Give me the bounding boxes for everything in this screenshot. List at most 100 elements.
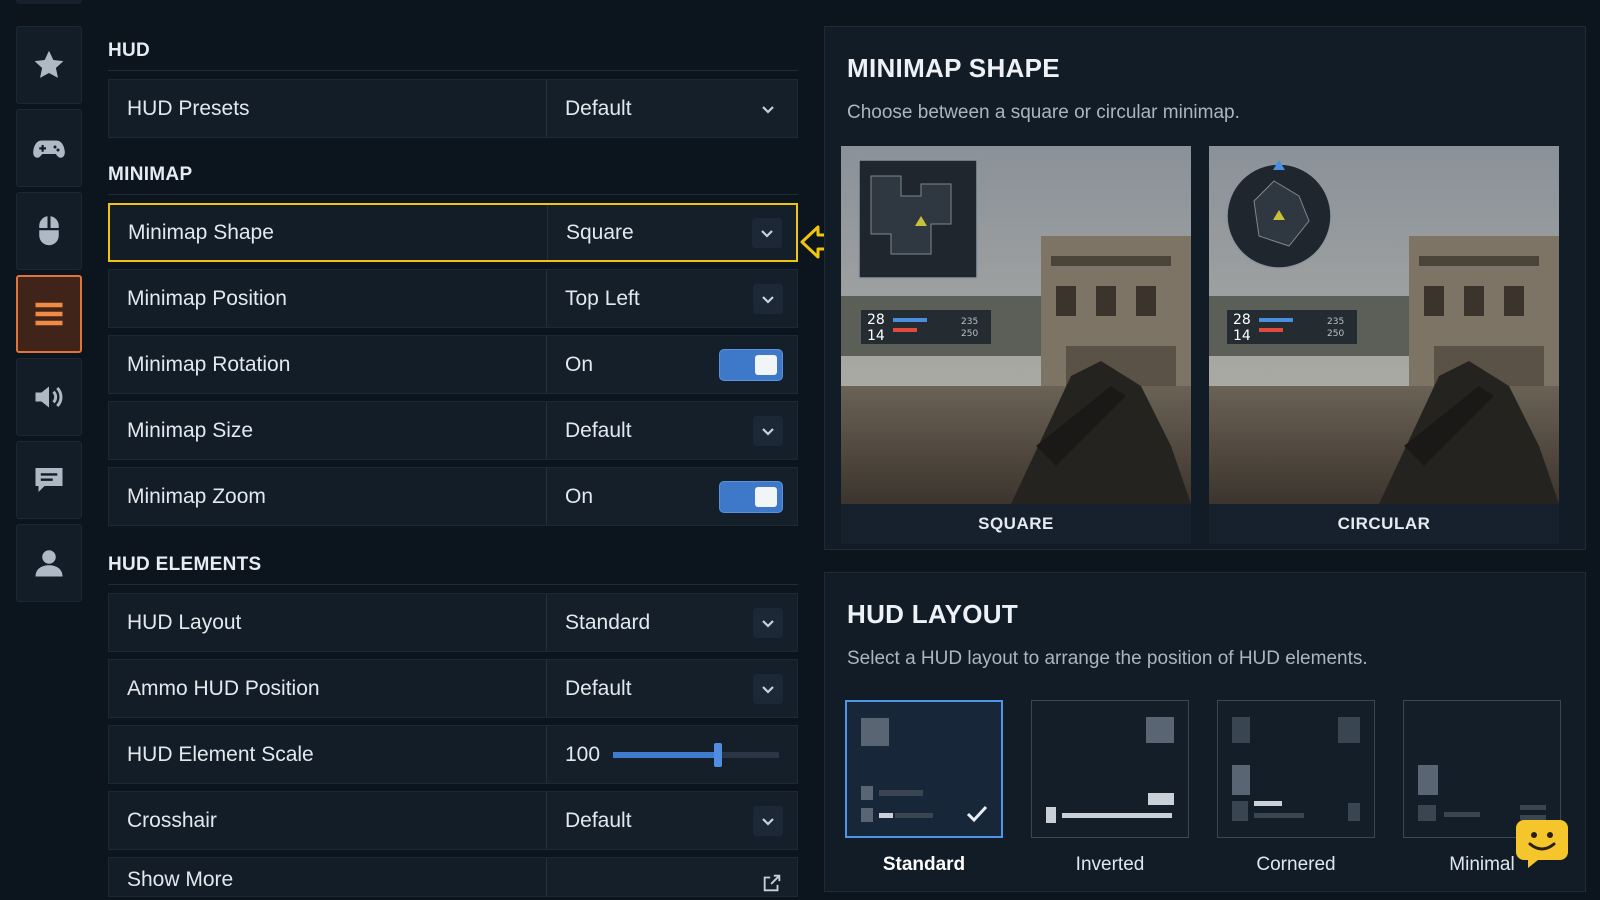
layout-option-standard[interactable]: Standard	[845, 700, 1003, 876]
panel-title: HUD LAYOUT	[847, 599, 1019, 629]
preview-caption: SQUARE	[978, 514, 1054, 533]
crosshair-dropdown[interactable]: Default	[547, 792, 797, 849]
hud-health-value: 28	[1233, 312, 1251, 328]
chevron-down-icon	[753, 94, 783, 124]
toggle-knob	[755, 354, 777, 375]
layout-label: Standard	[882, 854, 966, 875]
dropdown-value: Top Left	[565, 286, 640, 310]
nav-item-controller[interactable]	[16, 109, 82, 187]
nav-item-chat[interactable]	[16, 441, 82, 519]
hud-layout-dropdown[interactable]: Standard	[547, 594, 797, 651]
minimap-preview-grid: 28 14 235 250 SQUARE 28 14 235 250 CIRCU…	[841, 146, 1569, 544]
dropdown-value: Default	[565, 808, 632, 832]
hud-presets-dropdown[interactable]: Default	[547, 80, 797, 137]
section-title-hud-elements: HUD ELEMENTS	[108, 554, 798, 585]
nav-item-mouse[interactable]	[16, 192, 82, 270]
slider-value: 100	[565, 742, 601, 766]
minimap-shape-dropdown[interactable]: Square	[548, 205, 796, 260]
setting-label: Minimap Size	[109, 402, 547, 459]
hud-armor-value: 14	[867, 328, 885, 344]
speaker-icon	[35, 386, 63, 408]
setting-label: Show More	[109, 858, 547, 896]
setting-row-ammo-hud-position[interactable]: Ammo HUD Position Default	[108, 659, 798, 718]
settings-list: HUD HUD Presets Default MINIMAP Minimap …	[108, 40, 798, 900]
mouse-icon	[39, 216, 59, 246]
hud-element-scale-slider[interactable]	[613, 742, 779, 767]
hud-health-value: 28	[867, 312, 885, 328]
setting-row-minimap-rotation[interactable]: Minimap Rotation On	[108, 335, 798, 394]
setting-label: HUD Presets	[109, 80, 547, 137]
minimap-position-dropdown[interactable]: Top Left	[547, 270, 797, 327]
setting-label: Crosshair	[109, 792, 547, 849]
nav-item-favorites[interactable]	[16, 26, 82, 104]
setting-row-crosshair[interactable]: Crosshair Default	[108, 791, 798, 850]
setting-label: HUD Layout	[109, 594, 547, 651]
chevron-down-icon	[753, 415, 783, 446]
setting-label: Minimap Shape	[110, 205, 548, 260]
setting-row-hud-element-scale[interactable]: HUD Element Scale 100	[108, 725, 798, 784]
dropdown-value: Default	[565, 676, 632, 700]
show-more-link[interactable]	[547, 858, 797, 896]
chevron-down-icon	[753, 805, 783, 836]
dropdown-value: Default	[565, 96, 632, 120]
assistant-bubble-icon[interactable]	[1514, 818, 1570, 870]
panel-title: MINIMAP SHAPE	[847, 53, 1060, 83]
minimap-rotation-control: On	[547, 336, 797, 393]
chevron-down-icon	[753, 673, 783, 704]
toggle-value: On	[565, 484, 594, 508]
minimap-rotation-toggle[interactable]	[719, 348, 783, 381]
layout-option-cornered[interactable]: Cornered	[1217, 700, 1375, 876]
checkmark-icon	[966, 805, 988, 823]
minimap-option-circular[interactable]: 28 14 235 250 CIRCULAR	[1209, 146, 1559, 544]
slider-fill	[613, 751, 718, 758]
hud-stat-bottom: 250	[961, 329, 978, 339]
nav-item-audio[interactable]	[16, 358, 82, 436]
section-title-hud: HUD	[108, 40, 798, 71]
setting-row-minimap-zoom[interactable]: Minimap Zoom On	[108, 467, 798, 526]
toggle-value: On	[565, 352, 594, 376]
layout-label: Cornered	[1256, 854, 1336, 875]
chat-icon	[35, 468, 63, 492]
side-nav	[16, 26, 82, 602]
toggle-knob	[755, 486, 777, 507]
ammo-hud-position-dropdown[interactable]: Default	[547, 660, 797, 717]
minimap-zoom-toggle[interactable]	[719, 480, 783, 513]
external-link-icon	[761, 872, 783, 896]
chevron-down-icon	[752, 217, 782, 248]
layout-thumbnail	[1031, 700, 1189, 838]
setting-label: Ammo HUD Position	[109, 660, 547, 717]
setting-row-minimap-size[interactable]: Minimap Size Default	[108, 401, 798, 460]
nav-item-account[interactable]	[16, 524, 82, 602]
setting-label: Minimap Zoom	[109, 468, 547, 525]
layout-thumbnail	[845, 700, 1003, 838]
panel-description: Select a HUD layout to arrange the posit…	[847, 648, 1368, 669]
layout-option-inverted[interactable]: Inverted	[1031, 700, 1189, 876]
setting-row-minimap-shape[interactable]: Minimap Shape Square	[108, 203, 798, 262]
setting-label: Minimap Rotation	[109, 336, 547, 393]
minimap-option-square[interactable]: 28 14 235 250 SQUARE	[841, 146, 1191, 544]
nav-item-interface[interactable]	[16, 275, 82, 353]
hud-armor-value: 14	[1233, 328, 1251, 344]
setting-row-hud-layout[interactable]: HUD Layout Standard	[108, 593, 798, 652]
dropdown-value: Square	[566, 220, 634, 244]
panel-description: Choose between a square or circular mini…	[847, 102, 1240, 123]
hud-layout-panel: HUD LAYOUT Select a HUD layout to arrang…	[824, 572, 1586, 892]
slider-thumb[interactable]	[713, 742, 722, 767]
dropdown-value: Standard	[565, 610, 651, 634]
menu-icon	[35, 302, 63, 326]
gamepad-icon	[33, 140, 65, 158]
hud-stat-top: 235	[1327, 317, 1344, 327]
setting-row-hud-presets[interactable]: HUD Presets Default	[108, 79, 798, 138]
hud-layout-options: Standard Inverted Cornered Minimal	[845, 700, 1585, 876]
hud-element-scale-control: 100	[547, 726, 797, 783]
minimap-shape-panel: MINIMAP SHAPE Choose between a square or…	[824, 26, 1586, 550]
slider-wrap: 100	[565, 742, 783, 767]
square-minimap-preview: 28 14 235 250	[841, 146, 1191, 504]
user-icon	[35, 550, 63, 577]
layout-thumbnail	[1217, 700, 1375, 838]
setting-row-show-more[interactable]: Show More	[108, 857, 798, 897]
chevron-down-icon	[753, 607, 783, 638]
setting-label: Minimap Position	[109, 270, 547, 327]
minimap-size-dropdown[interactable]: Default	[547, 402, 797, 459]
setting-row-minimap-position[interactable]: Minimap Position Top Left	[108, 269, 798, 328]
